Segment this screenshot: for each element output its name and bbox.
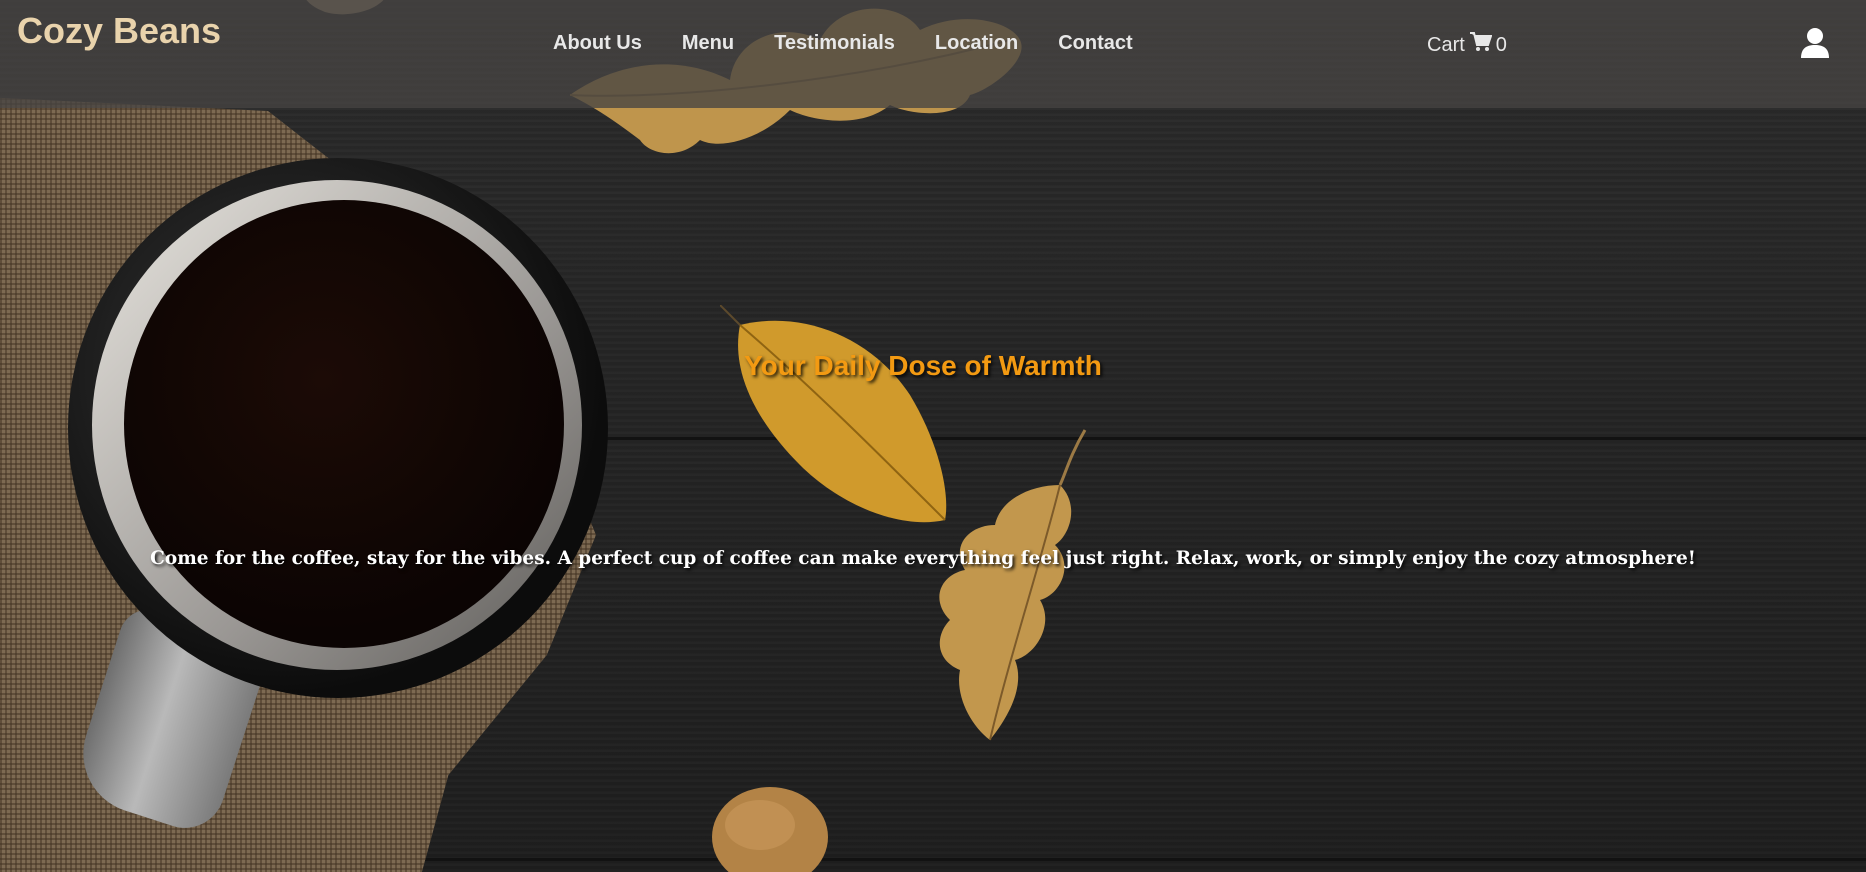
nav-link-menu[interactable]: Menu <box>682 32 734 55</box>
dry-oak-leaf-image <box>930 425 1090 750</box>
cart-button[interactable]: Cart 0 <box>1427 32 1507 58</box>
hero-section: Your Daily Dose of Warmth Come for the c… <box>0 0 1866 872</box>
hero-title: Your Daily Dose of Warmth <box>744 350 1102 381</box>
user-icon[interactable] <box>1800 27 1830 64</box>
cart-label: Cart <box>1427 33 1465 56</box>
cart-count: 0 <box>1495 33 1507 56</box>
main-nav: About Us Menu Testimonials Location Cont… <box>553 32 1173 55</box>
shopping-cart-icon <box>1469 32 1493 58</box>
nav-link-location[interactable]: Location <box>935 32 1018 55</box>
coffee-liquid-image <box>124 200 564 648</box>
nav-link-contact[interactable]: Contact <box>1058 32 1132 55</box>
nav-link-about-us[interactable]: About Us <box>553 32 642 55</box>
brand-logo[interactable]: Cozy Beans <box>17 10 221 52</box>
nut-image <box>700 775 850 872</box>
hero-subtitle: Come for the coffee, stay for the vibes.… <box>150 548 1696 569</box>
nav-link-testimonials[interactable]: Testimonials <box>774 32 895 55</box>
top-navbar: Cozy Beans About Us Menu Testimonials Lo… <box>0 0 1866 108</box>
golden-leaf-image <box>720 305 960 535</box>
